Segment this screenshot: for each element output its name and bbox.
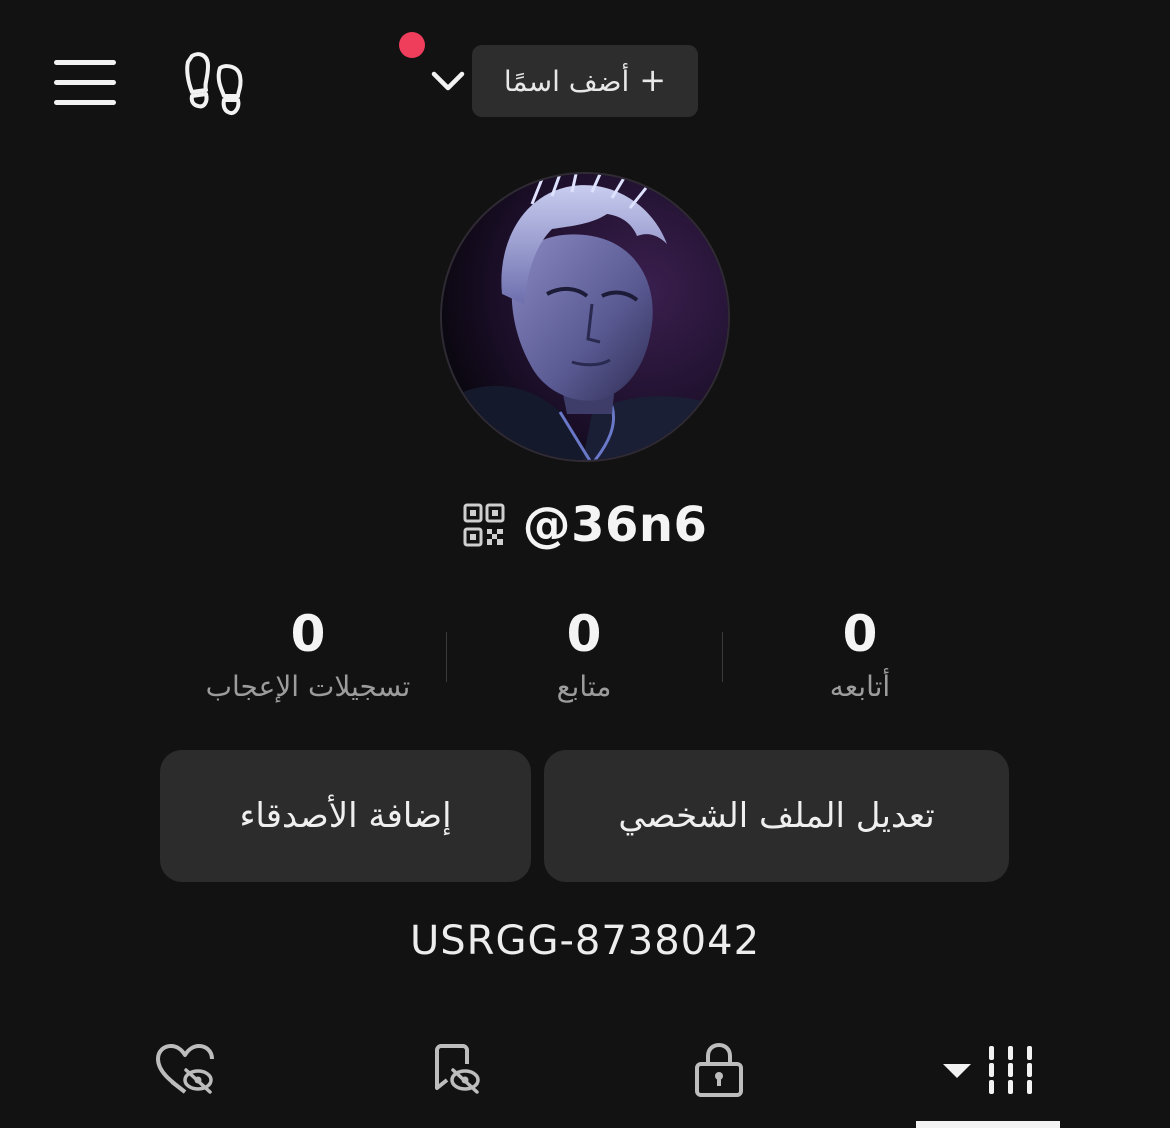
add-name-label: أضف اسمًا [503,64,630,98]
add-friends-label: إضافة الأصدقاء [239,796,452,836]
following-count: 0 [842,605,878,663]
avatar[interactable] [440,172,730,462]
tab-favorites[interactable] [408,1030,498,1110]
bookmark-hidden-icon [435,1044,480,1094]
menu-icon[interactable] [54,58,116,108]
stat-divider [722,632,723,682]
user-id[interactable]: USRGG-8738042 [0,918,1170,964]
notification-dot [399,32,425,58]
profile-page: + أضف اسمًا @36n6 0 تسجيلات الإعجاب 0 مت… [0,0,1170,1128]
lock-icon [695,1042,743,1097]
username: @36n6 [522,497,708,553]
add-friends-button[interactable]: إضافة الأصدقاء [160,750,531,882]
username-row: @36n6 [0,495,1170,555]
footprint-icon[interactable] [184,50,248,118]
active-tab-indicator [916,1121,1060,1128]
tab-videos-grid[interactable] [916,1030,1060,1110]
add-name-button[interactable]: + أضف اسمًا [472,45,698,117]
plus-icon: + [639,61,667,99]
tab-private[interactable] [674,1030,764,1110]
avatar-image [442,174,728,460]
followers-count: 0 [566,605,602,663]
grid-columns-icon [989,1046,1032,1094]
likes-label: تسجيلات الإعجاب [205,670,411,703]
edit-profile-button[interactable]: تعديل الملف الشخصي [544,750,1009,882]
stat-followers[interactable]: 0 متابع [449,604,719,703]
followers-label: متابع [556,670,612,703]
stat-divider [446,632,447,682]
caret-down-icon[interactable] [941,1060,973,1080]
following-label: أتابعه [829,670,891,703]
chevron-down-icon[interactable] [428,66,468,96]
heart-hidden-icon [156,1044,214,1094]
edit-profile-label: تعديل الملف الشخصي [618,796,935,836]
stat-likes[interactable]: 0 تسجيلات الإعجاب [173,604,443,703]
stat-following[interactable]: 0 أتابعه [725,604,995,703]
tab-liked[interactable] [140,1030,230,1110]
likes-count: 0 [290,605,326,663]
qr-code-icon[interactable] [463,503,505,547]
